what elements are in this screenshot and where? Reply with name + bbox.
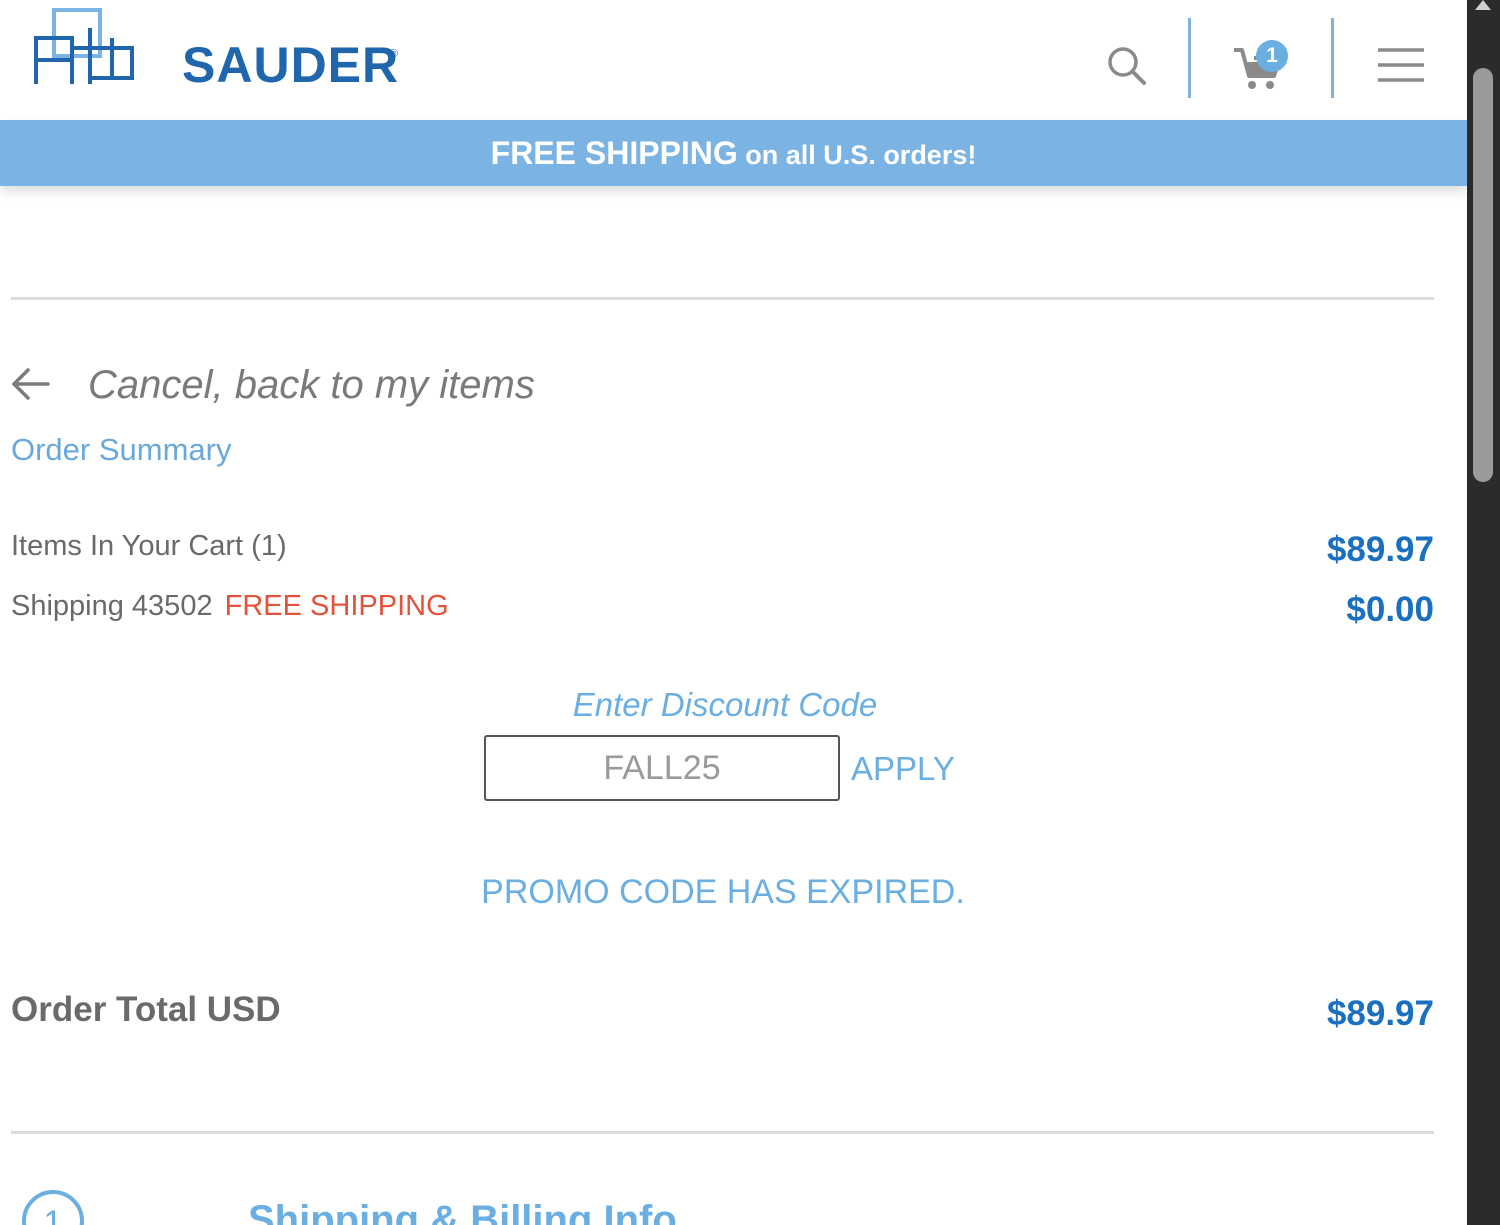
section-divider [11,297,1434,300]
discount-code-label: Enter Discount Code [572,686,878,723]
discount-code-input[interactable] [484,735,840,801]
apply-discount-button[interactable]: APPLY [851,746,955,792]
promo-error-message: PROMO CODE HAS EXPIRED. [481,873,965,911]
order-summary-heading: Order Summary [11,432,232,467]
scrollbar-thumb[interactable] [1473,68,1493,482]
back-arrow-icon [12,368,50,400]
cancel-back-label: Cancel, back to my items [88,363,535,407]
sauder-logo-mark [34,8,134,84]
items-in-cart-label: Items In Your Cart (1) [11,530,287,562]
brand-name: SAUDER [182,37,400,93]
vertical-scrollbar[interactable] [1467,0,1500,1225]
scroll-up-arrow-icon[interactable] [1475,0,1491,10]
step-number-badge: 1 [22,1190,84,1225]
order-total-label: Order Total USD [11,990,281,1029]
banner-bold-text: FREE SHIPPING [490,135,738,171]
header-divider [1331,18,1334,98]
search-icon[interactable] [1105,44,1149,88]
sauder-logo[interactable]: SAUDER ® [32,8,398,90]
free-shipping-note: FREE SHIPPING [224,590,449,622]
items-price: $89.97 [1326,530,1434,569]
site-header: SAUDER ® 1 [0,0,1467,120]
order-total-value: $89.97 [1326,994,1434,1033]
shipping-label: Shipping 43502 [11,590,213,622]
section-divider [11,1131,1434,1134]
shipping-price: $0.00 [1346,590,1434,629]
header-divider [1188,18,1191,98]
hamburger-menu-icon[interactable] [1376,46,1426,84]
step-title[interactable]: Shipping & Billing Info [248,1196,677,1225]
shipping-row: Shipping 43502 FREE SHIPPING [11,586,449,626]
banner-rest-text: on all U.S. orders! [737,140,977,170]
registered-mark: ® [390,48,399,60]
checkout-page: SAUDER ® 1 FREE SHIPPING on all U.S. ord… [0,0,1500,1225]
cart-count-badge: 1 [1256,40,1288,72]
free-shipping-banner: FREE SHIPPING on all U.S. orders! [0,120,1467,186]
